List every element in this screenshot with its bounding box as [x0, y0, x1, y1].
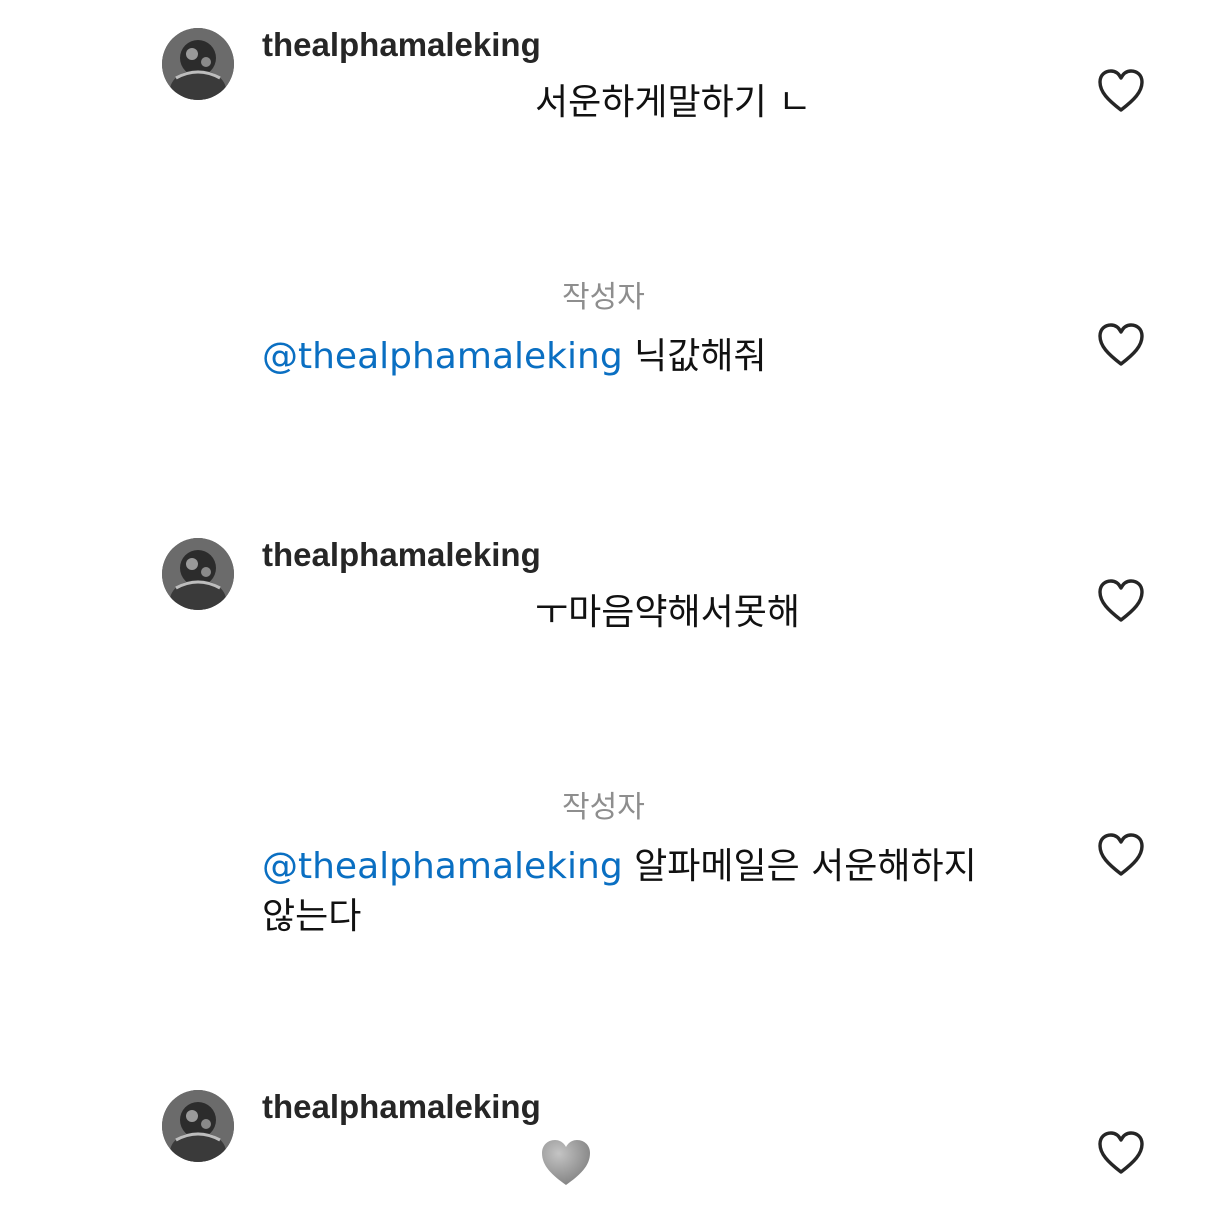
like-button[interactable] — [1096, 322, 1146, 368]
comment-text: 서운하게말하기 ㄴ — [535, 82, 812, 123]
comment-username[interactable]: thealphamaleking — [262, 535, 541, 575]
comment-text-content: 닉값해줘 — [634, 336, 767, 377]
like-button[interactable] — [1096, 68, 1146, 114]
heart-outline-icon — [1098, 1131, 1144, 1174]
comment-3: thealphamaleking ㅜ마음약해서못해 — [0, 510, 1206, 710]
comment-text: @thealphamaleking 닉값해줘 — [262, 332, 767, 382]
comment-text-line2: 않는다 — [262, 896, 362, 937]
comment-5: thealphamaleking — [0, 1062, 1206, 1206]
comment-4: 작성자 @thealphamaleking 알파메일은 서운해하지 않는다 — [0, 770, 1206, 1010]
grey-heart-emoji-icon — [540, 1138, 592, 1188]
avatar[interactable] — [162, 28, 234, 100]
avatar[interactable] — [162, 538, 234, 610]
author-label: 작성자 — [562, 280, 645, 315]
comment-username[interactable]: thealphamaleking — [262, 25, 541, 65]
comment-2: 작성자 @thealphamaleking 닉값해줘 — [0, 260, 1206, 460]
comment-1: thealphamaleking 서운하게말하기 ㄴ — [0, 0, 1206, 200]
heart-outline-icon — [1098, 69, 1144, 112]
avatar-image — [162, 1090, 234, 1162]
like-button[interactable] — [1096, 1130, 1146, 1176]
avatar-image — [162, 28, 234, 100]
heart-outline-icon — [1098, 833, 1144, 876]
comment-text: ㅜ마음약해서못해 — [535, 592, 800, 633]
like-button[interactable] — [1096, 832, 1146, 878]
comment-username[interactable]: thealphamaleking — [262, 1087, 541, 1127]
heart-outline-icon — [1098, 323, 1144, 366]
heart-outline-icon — [1098, 579, 1144, 622]
avatar[interactable] — [162, 1090, 234, 1162]
like-button[interactable] — [1096, 578, 1146, 624]
avatar-image — [162, 538, 234, 610]
comment-text: @thealphamaleking 알파메일은 서운해하지 — [262, 842, 977, 892]
comment-text-content: 알파메일은 서운해하지 — [634, 846, 977, 887]
mention-link[interactable]: @thealphamaleking — [262, 336, 623, 377]
mention-link[interactable]: @thealphamaleking — [262, 846, 623, 887]
author-label: 작성자 — [562, 790, 645, 825]
